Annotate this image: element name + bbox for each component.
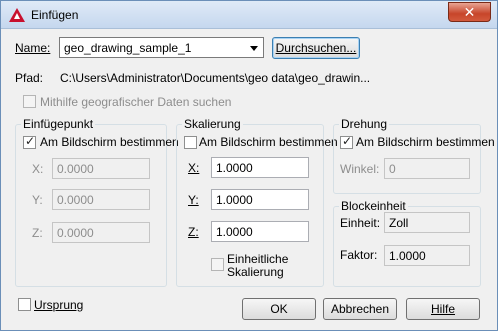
explode-checkbox[interactable] — [18, 298, 31, 311]
scale-on-screen-label: Am Bildschirm bestimmen — [199, 135, 338, 149]
insert-dialog: Einfügen ✕ Name: geo_drawing_sample_1 Du… — [0, 0, 498, 331]
help-button[interactable]: Hilfe — [406, 298, 480, 320]
uniform-scale-label-line1: Einheitliche — [227, 252, 289, 266]
insertion-point-title: Einfügepunkt — [21, 117, 96, 131]
insertion-x-field[interactable]: 0.0000 — [52, 158, 150, 179]
title-bar[interactable]: Einfügen ✕ — [1, 1, 497, 29]
insertion-z-label: Z: — [32, 226, 43, 240]
block-unit-value: Zoll — [384, 212, 470, 233]
browse-button[interactable]: Durchsuchen... — [272, 37, 360, 59]
rotation-on-screen-label: Am Bildschirm bestimmen — [356, 135, 495, 149]
scale-z-label: Z: — [188, 225, 199, 239]
scale-z-field[interactable]: 1.0000 — [211, 221, 309, 242]
insertion-on-screen-label: Am Bildschirm bestimmen — [40, 135, 179, 149]
name-combobox[interactable]: geo_drawing_sample_1 — [59, 37, 264, 58]
insertion-on-screen-checkbox[interactable] — [23, 134, 36, 149]
rotation-angle-field[interactable]: 0 — [384, 158, 470, 179]
chevron-down-icon[interactable] — [250, 46, 258, 51]
cancel-button[interactable]: Abbrechen — [323, 298, 397, 320]
block-factor-label: Faktor: — [340, 248, 378, 262]
scale-x-label: X: — [188, 161, 200, 175]
uniform-scale-label-line2: Skalierung — [227, 265, 284, 279]
explode-label: Ursprung — [34, 298, 84, 312]
uniform-scale-checkbox[interactable] — [211, 258, 224, 271]
insertion-x-label: X: — [32, 162, 44, 176]
geo-data-label: Mithilfe geografischer Daten suchen — [40, 95, 232, 109]
block-factor-value: 1.0000 — [384, 245, 470, 266]
scale-y-label: Y: — [188, 193, 199, 207]
block-unit-title: Blockeinheit — [339, 199, 408, 213]
ok-button[interactable]: OK — [242, 298, 316, 320]
window-title: Einfügen — [31, 8, 79, 22]
scale-title: Skalierung — [182, 117, 243, 131]
name-value: geo_drawing_sample_1 — [64, 41, 192, 55]
rotation-on-screen-checkbox[interactable] — [340, 134, 353, 149]
name-label: Name: — [15, 41, 51, 55]
close-button[interactable]: ✕ — [448, 2, 491, 22]
path-value: C:\Users\Administrator\Documents\geo dat… — [60, 71, 371, 85]
rotation-angle-label: Winkel: — [340, 162, 380, 176]
scale-on-screen-checkbox[interactable] — [184, 136, 197, 149]
autocad-app-icon — [9, 8, 25, 22]
geo-data-checkbox[interactable] — [23, 95, 36, 108]
scale-y-field[interactable]: 1.0000 — [211, 189, 309, 210]
close-icon: ✕ — [463, 4, 476, 20]
scale-x-field[interactable]: 1.0000 — [211, 157, 309, 178]
insertion-y-field[interactable]: 0.0000 — [52, 189, 150, 210]
block-unit-label: Einheit: — [340, 216, 381, 230]
rotation-title: Drehung — [339, 117, 390, 131]
path-label: Pfad: — [15, 71, 44, 85]
insertion-z-field[interactable]: 0.0000 — [52, 222, 150, 243]
dialog-body: Name: geo_drawing_sample_1 Durchsuchen..… — [2, 30, 496, 330]
insertion-y-label: Y: — [32, 193, 43, 207]
